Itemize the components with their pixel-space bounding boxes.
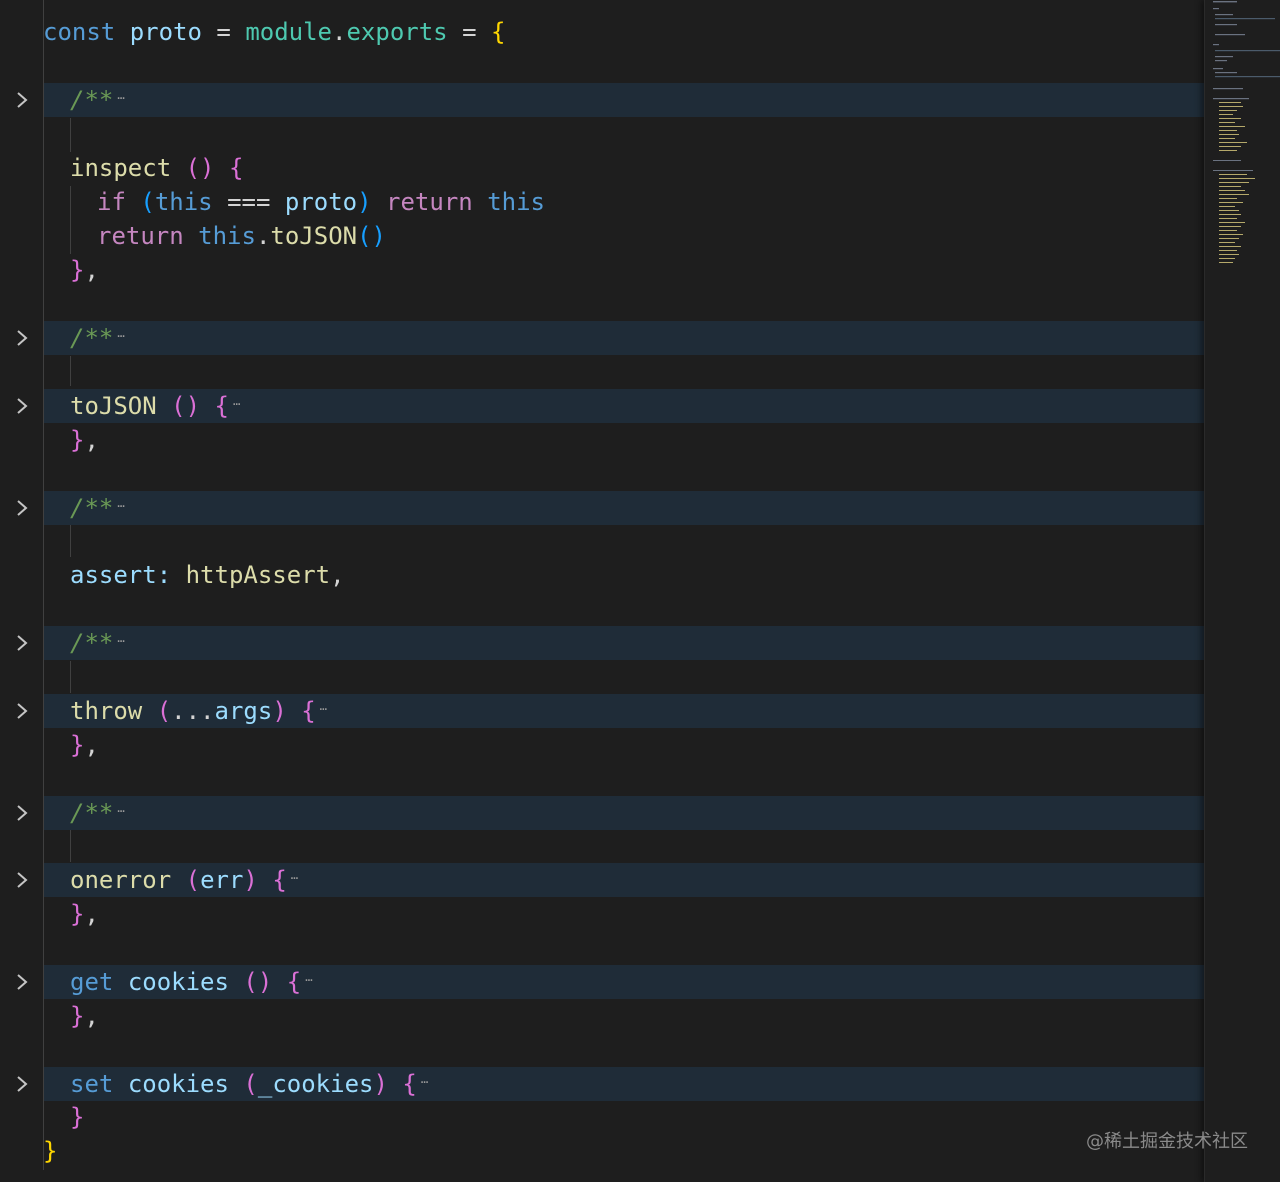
- minimap[interactable]: [1204, 0, 1280, 1182]
- chevron-right-icon[interactable]: [12, 699, 32, 723]
- code-text: assert: httpAssert,: [70, 561, 345, 589]
- code-text: set cookies (_cookies) {⋯: [70, 1070, 428, 1098]
- code-line-folded[interactable]: /** ⋯: [0, 491, 1204, 525]
- code-line[interactable]: assert: httpAssert,: [0, 558, 1204, 592]
- indent-guide: [70, 525, 71, 557]
- collapsed-ellipsis[interactable]: ⋯: [233, 398, 240, 410]
- code-text: const proto = module.exports = {: [43, 18, 506, 46]
- collapsed-ellipsis[interactable]: ⋯: [117, 500, 124, 512]
- code-line[interactable]: },: [0, 897, 1204, 931]
- code-line[interactable]: },: [0, 253, 1204, 287]
- code-text: if (this === proto) return this: [97, 188, 545, 216]
- code-text: }: [70, 1103, 85, 1131]
- code-line[interactable]: if (this === proto) return this: [0, 185, 1204, 219]
- code-text: throw (...args) {⋯: [70, 697, 327, 725]
- chevron-right-icon[interactable]: [12, 801, 32, 825]
- chevron-right-icon[interactable]: [12, 631, 32, 655]
- code-text: toJSON () {⋯: [70, 392, 240, 420]
- code-text: /** ⋯: [70, 86, 125, 114]
- collapsed-ellipsis[interactable]: ⋯: [117, 805, 124, 817]
- fold-highlight: [44, 321, 1204, 355]
- chevron-right-icon[interactable]: [12, 326, 32, 350]
- code-line[interactable]: }: [0, 1134, 1204, 1168]
- collapsed-ellipsis[interactable]: ⋯: [117, 635, 124, 647]
- code-text: /** ⋯: [70, 799, 125, 827]
- chevron-right-icon[interactable]: [12, 394, 32, 418]
- chevron-right-icon[interactable]: [12, 496, 32, 520]
- code-text: }: [43, 1137, 58, 1165]
- watermark: @稀土掘金技术社区: [1086, 1131, 1248, 1152]
- fold-highlight: [44, 796, 1204, 830]
- collapsed-ellipsis[interactable]: ⋯: [291, 872, 298, 884]
- chevron-right-icon[interactable]: [12, 1072, 32, 1096]
- collapsed-ellipsis[interactable]: ⋯: [305, 974, 312, 986]
- code-line[interactable]: },: [0, 999, 1204, 1033]
- code-text: return this.toJSON(): [97, 222, 387, 250]
- code-text: /** ⋯: [70, 629, 125, 657]
- code-line[interactable]: return this.toJSON(): [0, 219, 1204, 253]
- code-line[interactable]: },: [0, 728, 1204, 762]
- code-line-folded[interactable]: set cookies (_cookies) {⋯: [0, 1067, 1204, 1101]
- code-text: /** ⋯: [70, 494, 125, 522]
- collapsed-ellipsis[interactable]: ⋯: [421, 1076, 428, 1088]
- code-text: },: [70, 900, 99, 928]
- code-line[interactable]: }: [0, 1100, 1204, 1134]
- code-line-folded[interactable]: /** ⋯: [0, 626, 1204, 660]
- code-line[interactable]: const proto = module.exports = {: [0, 15, 1204, 49]
- code-line[interactable]: inspect () {: [0, 151, 1204, 185]
- code-text: inspect () {: [70, 154, 244, 182]
- indent-guide: [70, 830, 71, 862]
- fold-highlight: [44, 83, 1204, 117]
- chevron-right-icon[interactable]: [12, 970, 32, 994]
- code-text: },: [70, 1002, 99, 1030]
- minimap-preview: [1213, 1, 1280, 263]
- collapsed-ellipsis[interactable]: ⋯: [320, 703, 327, 715]
- collapsed-ellipsis[interactable]: ⋯: [117, 330, 124, 342]
- fold-highlight: [44, 626, 1204, 660]
- collapsed-ellipsis[interactable]: ⋯: [117, 92, 124, 104]
- code-text: onerror (err) {⋯: [70, 866, 298, 894]
- code-editor[interactable]: const proto = module.exports = { /** ⋯ in…: [0, 0, 1280, 1182]
- code-text: get cookies () {⋯: [70, 968, 313, 996]
- chevron-right-icon[interactable]: [12, 868, 32, 892]
- code-line-folded[interactable]: /** ⋯: [0, 796, 1204, 830]
- code-text: },: [70, 731, 99, 759]
- code-line-folded[interactable]: throw (...args) {⋯: [0, 694, 1204, 728]
- code-text: },: [70, 426, 99, 454]
- code-text: },: [70, 256, 99, 284]
- fold-highlight: [44, 491, 1204, 525]
- indent-guide: [70, 356, 71, 386]
- code-line-folded[interactable]: onerror (err) {⋯: [0, 863, 1204, 897]
- code-line-folded[interactable]: get cookies () {⋯: [0, 965, 1204, 999]
- code-line[interactable]: },: [0, 423, 1204, 457]
- indent-guide: [70, 118, 71, 152]
- indent-guide: [70, 661, 71, 693]
- code-line-folded[interactable]: /** ⋯: [0, 321, 1204, 355]
- chevron-right-icon[interactable]: [12, 88, 32, 112]
- code-line-folded[interactable]: toJSON () {⋯: [0, 389, 1204, 423]
- code-line-folded[interactable]: /** ⋯: [0, 83, 1204, 117]
- code-text: /** ⋯: [70, 324, 125, 352]
